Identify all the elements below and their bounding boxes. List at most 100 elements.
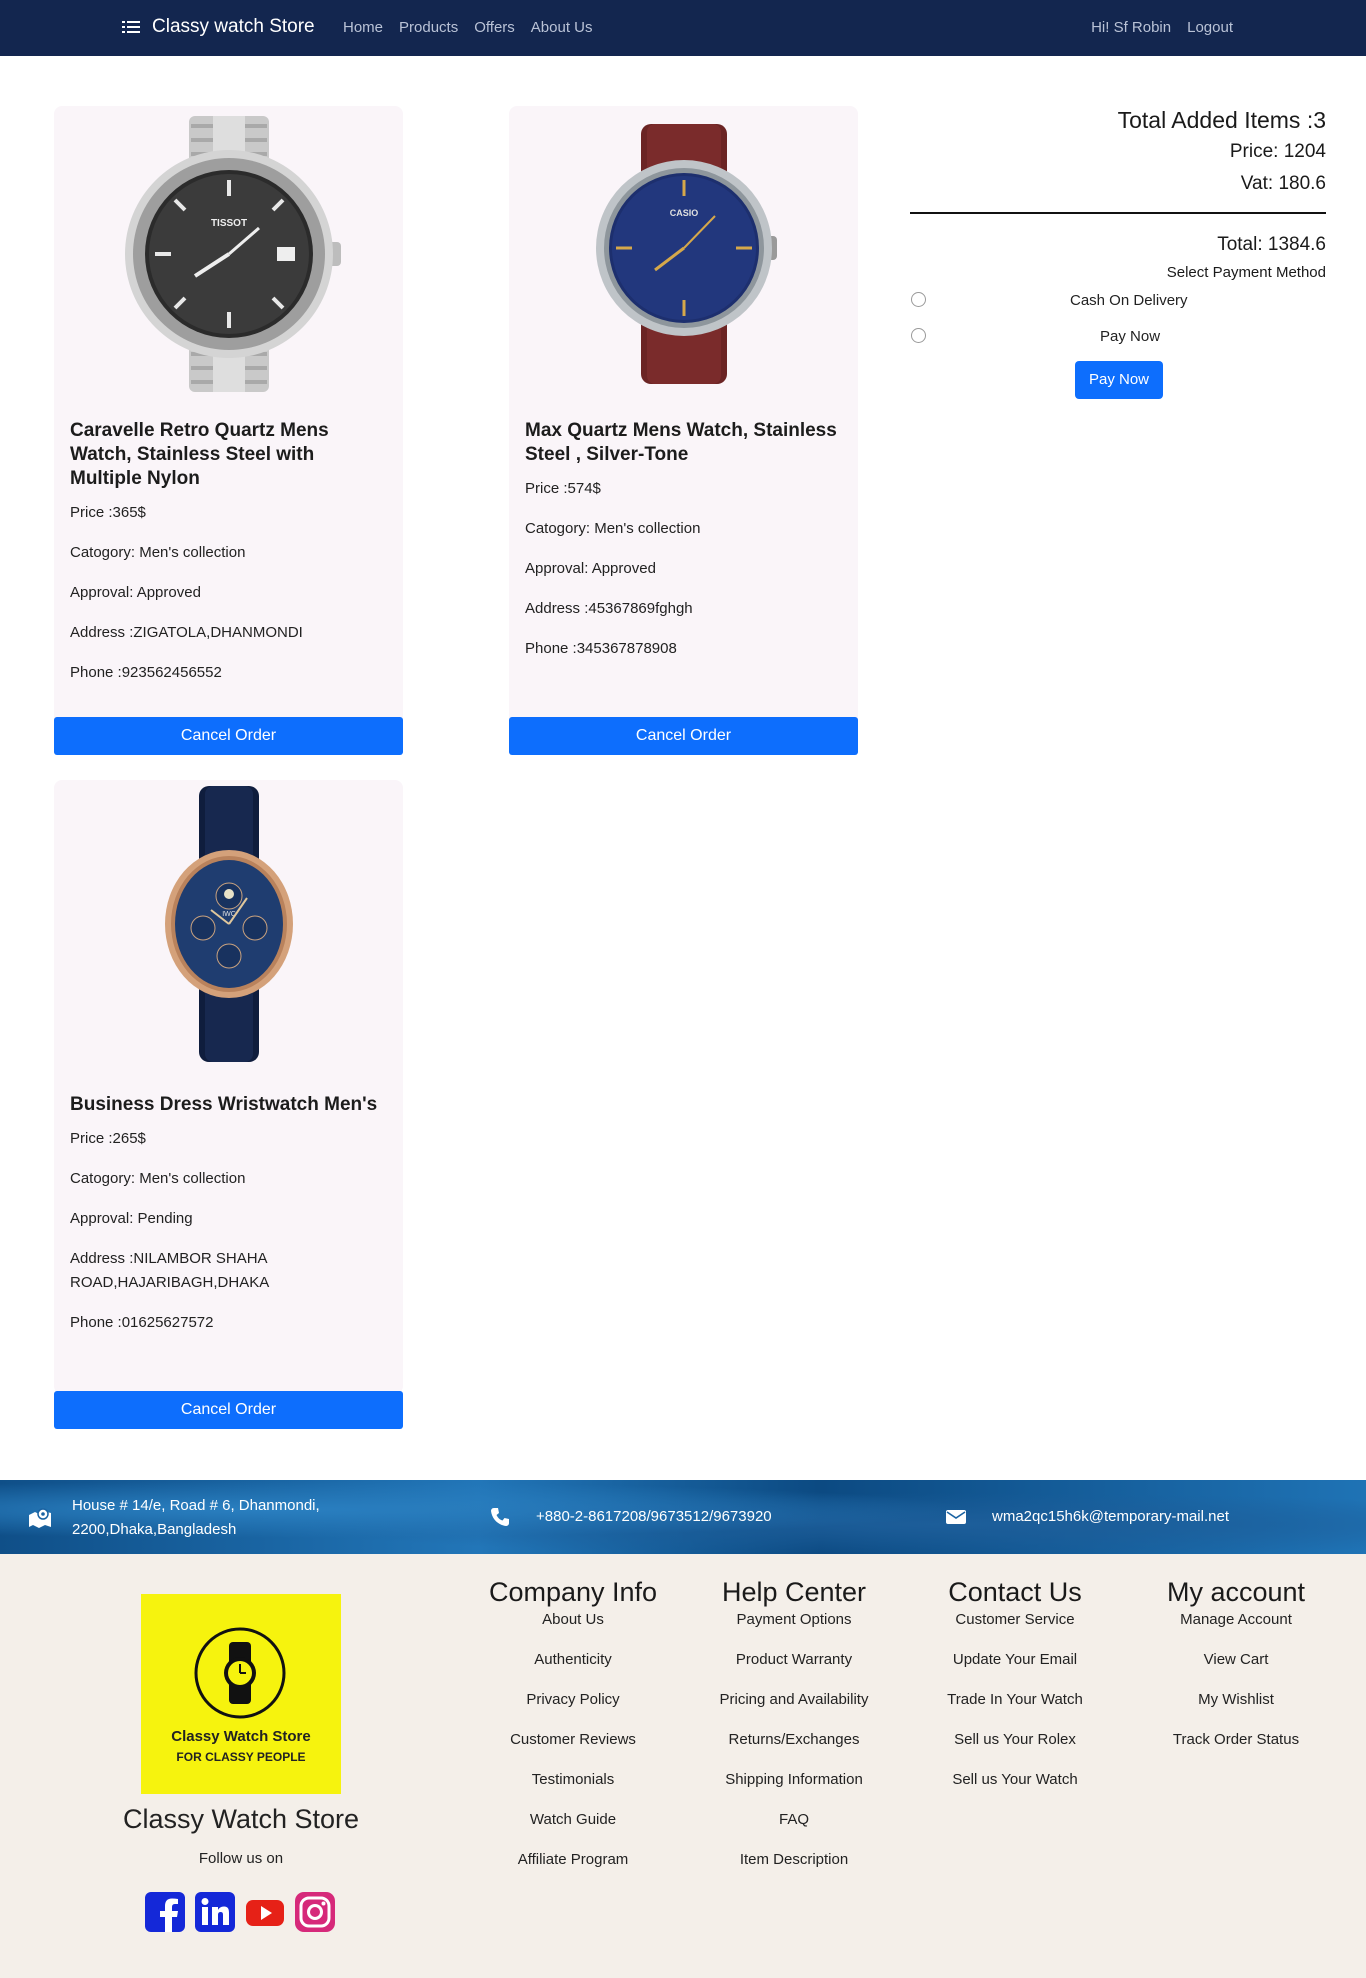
product-category: Catogory: Men's collection [70,1170,246,1187]
tissot-steel-watch-icon: TISSOT [124,116,341,392]
logo-title: Classy Watch Store [171,1728,311,1745]
payment-method-label: Select Payment Method [1166,264,1326,281]
order-card: CASIO Max Quartz Mens Watch, Stainless S… [509,106,858,726]
order-info: Caravelle Retro Quartz Mens Watch, Stain… [70,419,391,701]
cancel-order-button[interactable]: Cancel Order [54,717,403,755]
user-greeting[interactable]: Hi! Sf Robin [1091,19,1171,36]
nav-links: Home Products Offers About Us [343,19,593,36]
footer-link[interactable]: Shipping Information [704,1770,884,1790]
product-title: Business Dress Wristwatch Men's [70,1094,378,1115]
cancel-order-button[interactable]: Cancel Order [509,717,858,755]
instagram-icon[interactable] [295,1892,335,1932]
product-price: Price :365$ [70,504,146,521]
phone-number: Phone :01625627572 [70,1314,214,1331]
facebook-icon[interactable] [145,1892,185,1932]
nav-user-area: Hi! Sf Robin Logout [1091,19,1233,36]
footer-link[interactable]: Trade In Your Watch [925,1690,1105,1710]
total-items: Total Added Items :3 [1117,107,1326,133]
cod-radio[interactable] [911,292,926,307]
footer-link[interactable]: Returns/Exchanges [704,1730,884,1750]
youtube-icon[interactable] [245,1892,285,1932]
footer-col-company: Company Info About Us Authenticity Priva… [483,1574,663,1890]
brand[interactable]: Classy watch Store [122,16,315,38]
order-card: IWC Business Dress Wristwatch Men's Pric… [54,780,403,1394]
footer-link[interactable]: About Us [483,1610,663,1630]
footer-link[interactable]: Affiliate Program [483,1850,663,1870]
phone-icon [491,1508,509,1526]
footer-col-help: Help Center Payment Options Product Warr… [704,1574,884,1890]
footer-link[interactable]: FAQ [704,1810,884,1830]
order-info: Business Dress Wristwatch Men's Price :2… [70,1093,391,1351]
email-item: wma2qc15h6k@temporary-mail.net [946,1505,1229,1529]
footer-link[interactable]: Product Warranty [704,1650,884,1670]
footer-link[interactable]: View Cart [1146,1650,1326,1670]
product-category: Catogory: Men's collection [70,544,246,561]
footer-link[interactable]: Sell us Your Rolex [925,1730,1105,1750]
footer-link[interactable]: Item Description [704,1850,884,1870]
cod-label: Cash On Delivery [1070,292,1188,309]
footer-link[interactable]: Track Order Status [1146,1730,1326,1750]
pay-now-button[interactable]: Pay Now [1075,361,1163,399]
svg-text:CASIO: CASIO [669,208,698,218]
product-image: CASIO [509,114,858,394]
logo-subtitle: FOR CLASSY PEOPLE [176,1750,306,1764]
product-title: Caravelle Retro Quartz Mens Watch, Stain… [70,420,329,489]
order-summary: Total Added Items :3 Price: 1204 Vat: 18… [910,104,1326,399]
order-info: Max Quartz Mens Watch, Stainless Steel ,… [525,419,846,677]
address-item: House # 14/e, Road # 6, Dhanmondi, 2200,… [28,1494,320,1542]
paynow-radio[interactable] [911,328,926,343]
product-category: Catogory: Men's collection [525,520,701,537]
envelope-icon [946,1510,966,1524]
nav-offers-link[interactable]: Offers [474,19,515,36]
approval-status: Approval: Approved [70,584,201,601]
delivery-address: Address :NILAMBOR SHAHA ROAD,HAJARIBAGH,… [70,1250,270,1291]
footer-link[interactable]: Testimonials [483,1770,663,1790]
nav-home-link[interactable]: Home [343,19,383,36]
footer-col-title: My account [1166,1577,1306,1607]
footer-link[interactable]: Sell us Your Watch [925,1770,1105,1790]
payment-option-paynow[interactable]: Pay Now [910,324,1326,360]
nav-products-link[interactable]: Products [399,19,458,36]
footer-link[interactable]: My Wishlist [1146,1690,1326,1710]
footer-link[interactable]: Authenticity [483,1650,663,1670]
address-line-2: 2200,Dhaka,Bangladesh [72,1521,237,1538]
footer-link[interactable]: Manage Account [1146,1610,1326,1630]
footer-col-contact: Contact Us Customer Service Update Your … [925,1574,1105,1810]
footer-link[interactable]: Watch Guide [483,1810,663,1830]
summary-divider [910,212,1326,214]
footer-col-title: Contact Us [948,1577,1082,1607]
footer-link[interactable]: Update Your Email [925,1650,1105,1670]
approval-status: Approval: Approved [525,560,656,577]
product-image: TISSOT [54,114,403,394]
summary-total: Total: 1384.6 [1217,234,1326,255]
list-menu-icon [122,20,140,34]
footer-link[interactable]: Payment Options [704,1610,884,1630]
approval-status: Approval: Pending [70,1210,193,1227]
address-line-1: House # 14/e, Road # 6, Dhanmondi, [72,1497,320,1514]
paynow-label: Pay Now [1100,328,1161,345]
casio-leather-watch-icon: CASIO [595,124,777,384]
watch-logo-icon [194,1627,286,1719]
nav-about-link[interactable]: About Us [531,19,593,36]
footer-col-account: My account Manage Account View Cart My W… [1146,1574,1326,1770]
footer-link[interactable]: Customer Reviews [483,1730,663,1750]
footer-link[interactable]: Privacy Policy [483,1690,663,1710]
product-price: Price :265$ [70,1130,146,1147]
top-navbar: Classy watch Store Home Products Offers … [0,0,1366,56]
payment-option-cod[interactable]: Cash On Delivery [910,288,1326,324]
cancel-order-button[interactable]: Cancel Order [54,1391,403,1429]
store-logo: Classy Watch Store FOR CLASSY PEOPLE [141,1594,341,1794]
social-links [145,1892,335,1932]
summary-price: Price: 1204 [1229,141,1326,162]
product-title: Max Quartz Mens Watch, Stainless Steel ,… [525,420,837,465]
map-marker-icon [29,1508,51,1528]
svg-text:TISSOT: TISSOT [210,218,246,229]
footer-link[interactable]: Pricing and Availability [704,1690,884,1710]
product-price: Price :574$ [525,480,601,497]
footer-link[interactable]: Customer Service [925,1610,1105,1630]
footer-col-title: Company Info [488,1577,658,1607]
email-text: wma2qc15h6k@temporary-mail.net [992,1508,1229,1525]
logout-link[interactable]: Logout [1187,19,1233,36]
linkedin-icon[interactable] [195,1892,235,1932]
delivery-address: Address :45367869fghgh [525,600,693,617]
